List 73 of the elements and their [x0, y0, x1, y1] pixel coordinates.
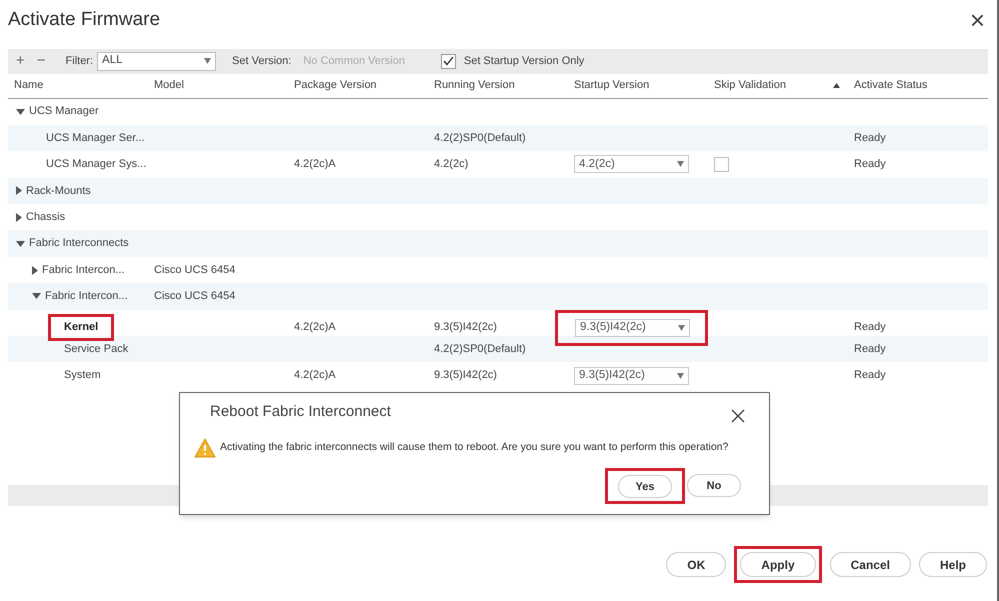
remove-button[interactable]: − [36, 50, 46, 72]
dropdown-value: ALL [102, 53, 122, 68]
set-version-label: Set Version: [232, 54, 292, 69]
tree-item[interactable]: UCS Manager Sys... [46, 156, 146, 173]
column-header[interactable]: Package Version [294, 77, 377, 94]
dialog-action-button[interactable]: Yes [618, 475, 672, 498]
table-cell: Ready [854, 321, 886, 334]
tree-item[interactable]: UCS Manager Ser... [46, 130, 144, 146]
filter-label: Filter: [66, 54, 94, 69]
tree-item[interactable]: Fabric Intercon... [42, 262, 125, 278]
checkmark-icon [442, 56, 454, 66]
table-cell: 9.3(5)I42(2c) [434, 321, 497, 334]
table-cell: 4.2(2)SP0(Default) [434, 342, 526, 355]
dialog-action-button[interactable]: No [687, 474, 741, 498]
collapse-triangle-icon[interactable] [16, 108, 25, 115]
sort-ascending-icon[interactable] [833, 83, 840, 88]
table-cell: Ready [854, 342, 886, 355]
version-dropdown[interactable]: 4.2(2c) [574, 155, 689, 174]
table-cell: Cisco UCS 6454 [154, 264, 236, 276]
tree-item[interactable]: Service Pack [64, 340, 128, 358]
expand-triangle-icon[interactable] [16, 212, 22, 222]
filter-dropdown[interactable]: ALL [97, 52, 216, 70]
dropdown-value: 9.3(5)I42(2c) [580, 320, 646, 335]
table-cell: 4.2(2)SP0(Default) [434, 132, 526, 144]
table-cell: Cisco UCS 6454 [154, 290, 236, 302]
dropdown-value: 4.2(2c) [579, 156, 615, 172]
table-cell: 4.2(2c)A [294, 321, 336, 334]
dropdown-caret-icon [204, 58, 212, 64]
checkbox[interactable] [714, 156, 729, 172]
tree-item[interactable]: Fabric Intercon... [45, 288, 128, 305]
table-cell: 9.3(5)I42(2c) [434, 369, 497, 382]
dialog-action-button[interactable]: Help [918, 552, 987, 577]
table-cell: 4.2(2c)A [294, 158, 336, 170]
tree-item[interactable]: Chassis [26, 209, 66, 226]
tree-item[interactable]: Rack-Mounts [26, 182, 91, 200]
expand-triangle-icon[interactable] [32, 266, 38, 275]
column-header[interactable]: Activate Status [854, 77, 928, 94]
tree-item[interactable]: Fabric Interconnects [29, 235, 129, 252]
dropdown-value: 9.3(5)I42(2c) [579, 368, 645, 383]
collapse-triangle-icon[interactable] [16, 240, 25, 247]
dialog-action-button[interactable]: Cancel [830, 552, 911, 577]
dropdown-caret-icon [678, 324, 685, 331]
add-button[interactable]: + [16, 50, 25, 72]
table-cell: Ready [854, 158, 886, 170]
column-header[interactable]: Name [14, 77, 44, 94]
checkbox[interactable] [440, 54, 456, 68]
dialog-title: Reboot Fabric Interconnect [210, 402, 391, 422]
version-dropdown[interactable]: 9.3(5)I42(2c) [575, 318, 690, 337]
table-cell: Ready [854, 369, 886, 382]
window-title: Activate Firmware [8, 8, 160, 32]
column-header[interactable]: Startup Version [574, 77, 650, 94]
table-cell: 4.2(2c) [434, 158, 468, 170]
dialog-action-button[interactable]: OK [666, 552, 726, 577]
expand-triangle-icon[interactable] [16, 186, 22, 196]
tree-item[interactable]: System [64, 367, 101, 384]
column-header[interactable]: Skip Validation [714, 77, 786, 94]
close-icon[interactable] [731, 409, 745, 423]
warning-icon [194, 438, 216, 458]
dialog-action-button[interactable]: Apply [740, 552, 816, 577]
table-cell: 4.2(2c)A [294, 369, 336, 382]
close-button[interactable]: × [970, 7, 985, 34]
column-header[interactable]: Model [154, 77, 184, 94]
version-dropdown[interactable]: 9.3(5)I42(2c) [574, 366, 689, 385]
dropdown-caret-icon [677, 372, 684, 379]
checkbox-label: Set Startup Version Only [464, 54, 584, 69]
set-version-value: No Common Version [303, 54, 405, 69]
column-header[interactable]: Running Version [434, 77, 515, 94]
dialog-message: Activating the fabric interconnects will cause them to reboot. Are you sure you want to perform this operation? [220, 440, 728, 455]
collapse-triangle-icon[interactable] [32, 293, 41, 300]
dropdown-caret-icon [677, 161, 684, 168]
tree-item[interactable]: Kernel [64, 321, 98, 334]
table-cell: Ready [854, 132, 886, 144]
tree-item[interactable]: UCS Manager [29, 103, 99, 120]
